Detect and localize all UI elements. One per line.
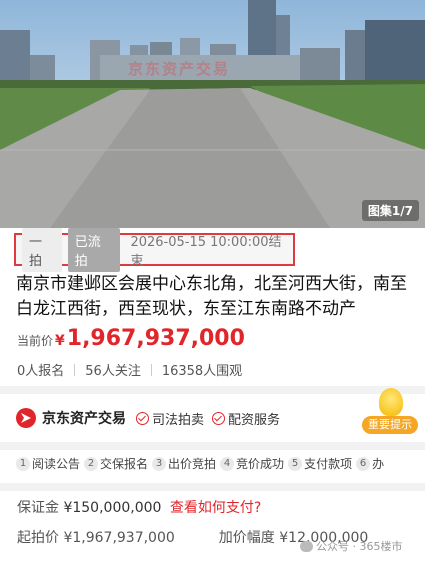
start-price-value: ¥1,967,937,000 [63, 530, 175, 546]
step-number: 2 [84, 456, 99, 471]
step-item: 3 出价竞拍 [152, 455, 216, 472]
listing-title: 南京市建邺区会展中心东北角，北至河西大街，南至白龙江西街，西至现状，东至江东南路… [16, 274, 407, 319]
photo-scene [0, 0, 425, 228]
step-item: 2 交保报名 [84, 455, 148, 472]
current-price: 当前价 ¥ 1,967,937,000 [17, 326, 245, 351]
tag-financing-service: 配资服务 [212, 409, 280, 428]
increment-label: 加价幅度 [218, 530, 275, 546]
platform-row[interactable]: 京东资产交易 司法拍卖 配资服务 [16, 398, 416, 438]
check-shield-icon [136, 411, 149, 425]
step-item: 1 阅读公告 [16, 455, 80, 472]
tag-label: 配资服务 [228, 412, 281, 428]
step-number: 6 [356, 456, 371, 471]
jd-logo-icon [16, 408, 36, 428]
step-number: 4 [220, 456, 235, 471]
current-price-label: 当前价 [17, 334, 54, 348]
how-to-pay-link[interactable]: 查看如何支付? [170, 500, 261, 516]
auction-end-time: 2026-05-15 10:00:00结束 [130, 234, 282, 269]
important-notice-button[interactable]: 重要提示 [362, 388, 418, 436]
step-item: 4 竞价成功 [220, 455, 284, 472]
important-notice-label: 重要提示 [362, 416, 418, 434]
step-number: 5 [288, 456, 303, 471]
start-price: 起拍价 ¥1,967,937,000 [17, 527, 175, 547]
step-number: 3 [152, 456, 167, 471]
source-credit: 公众号 · 365楼市 [300, 538, 403, 554]
currency-symbol: ¥ [55, 333, 65, 349]
tag-judicial-auction: 司法拍卖 [136, 409, 204, 428]
section-divider [0, 442, 425, 450]
step-label: 竞价成功 [236, 457, 285, 471]
photo-watermark: 京东资产交易 [128, 60, 231, 78]
deposit-label: 保证金 [17, 500, 59, 516]
step-label: 交保报名 [100, 457, 149, 471]
step-number: 1 [16, 456, 30, 471]
listing-photo[interactable]: 京东资产交易 图集1/7 [0, 0, 425, 228]
credit-text: 公众号 · 365楼市 [316, 540, 403, 553]
step-item: 6办 [356, 455, 384, 472]
gallery-counter[interactable]: 图集1/7 [361, 200, 419, 221]
auction-status-bar: 一拍 已流拍 2026-05-15 10:00:00结束 [14, 227, 295, 272]
start-price-label: 起拍价 [17, 530, 59, 546]
view-count: 16358人围观 [161, 364, 243, 379]
step-label: 支付款项 [304, 457, 353, 471]
check-shield-icon [212, 411, 226, 425]
auction-round-chip: 一拍 [22, 227, 62, 272]
divider [150, 363, 152, 376]
section-divider [0, 483, 425, 491]
step-item: 5 支付款项 [288, 455, 352, 472]
signup-count: 0人报名 [17, 364, 65, 379]
step-label: 办 [372, 457, 385, 471]
current-price-value: 1,967,937,000 [66, 326, 245, 351]
platform-name: 京东资产交易 [42, 411, 126, 427]
step-label: 出价竞拍 [168, 457, 217, 471]
lightbulb-icon [379, 388, 403, 416]
engagement-stats: 0人报名 56人关注 16358人围观 [17, 360, 242, 379]
step-label: 阅读公告 [32, 457, 81, 471]
auction-steps[interactable]: 1 阅读公告 2 交保报名 3 出价竞拍 4 竞价成功 5 支付款项 6办 [16, 455, 425, 472]
follow-count: 56人关注 [85, 364, 141, 379]
tag-label: 司法拍卖 [152, 412, 205, 428]
auction-state-chip: 已流拍 [67, 227, 121, 272]
deposit-value: ¥150,000,000 [63, 500, 162, 516]
deposit-row: 保证金 ¥150,000,000 查看如何支付? [17, 497, 261, 517]
divider [74, 363, 76, 376]
wechat-icon [300, 540, 313, 552]
